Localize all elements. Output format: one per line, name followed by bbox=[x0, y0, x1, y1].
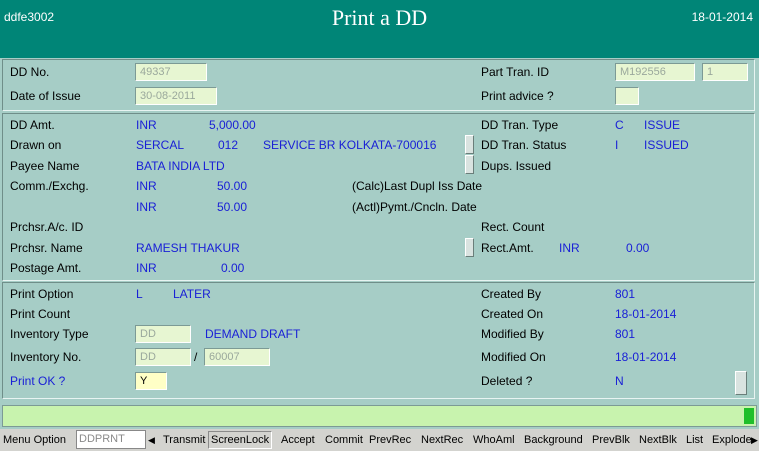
rect-count-label: Rect. Count bbox=[481, 220, 545, 234]
created-on-label: Created On bbox=[481, 307, 544, 321]
dd-tran-status-label: DD Tran. Status bbox=[481, 138, 567, 152]
prchsr-name-value: RAMESH THAKUR bbox=[136, 241, 240, 255]
transmit-button[interactable]: Transmit bbox=[163, 432, 205, 448]
scroll-left-icon[interactable]: ◀ bbox=[148, 432, 155, 448]
comm-value-2: 50.00 bbox=[217, 200, 248, 214]
prevblk-button[interactable]: PrevBlk bbox=[592, 432, 630, 448]
drawn-on-label: Drawn on bbox=[10, 138, 62, 152]
rect-amt-label: Rect.Amt. bbox=[481, 241, 534, 255]
actl-pymt-label: (Actl)Pymt./Cncln. Date bbox=[352, 200, 477, 214]
modified-by-value: 801 bbox=[615, 327, 636, 341]
whoami-button[interactable]: WhoAml bbox=[473, 432, 515, 448]
list-button[interactable]: List bbox=[686, 432, 703, 448]
dd-tran-type-code: C bbox=[615, 118, 624, 132]
print-advice-field[interactable] bbox=[615, 87, 639, 105]
print-ok-field[interactable]: Y bbox=[135, 372, 167, 390]
postage-amt-label: Postage Amt. bbox=[10, 261, 82, 275]
created-on-value: 18-01-2014 bbox=[615, 307, 677, 321]
drawn-on-code: 012 bbox=[218, 138, 239, 152]
print-option-code: L bbox=[136, 287, 143, 301]
scroll-right-icon[interactable]: ▶ bbox=[751, 432, 758, 448]
screenlock-button[interactable]: ScreenLock bbox=[208, 431, 273, 449]
header-date: 18-01-2014 bbox=[691, 10, 753, 24]
menu-option-field[interactable]: DDPRNT bbox=[76, 430, 146, 449]
payee-name-label: Payee Name bbox=[10, 159, 80, 173]
prevrec-button[interactable]: PrevRec bbox=[369, 432, 411, 448]
explode-button[interactable]: Explode bbox=[712, 432, 752, 448]
prchsr-name-label: Prchsr. Name bbox=[10, 241, 83, 255]
print-ok-label: Print OK ? bbox=[10, 374, 66, 388]
comm-currency-2: INR bbox=[136, 200, 157, 214]
dd-tran-type-label: DD Tran. Type bbox=[481, 118, 559, 132]
inventory-type-field[interactable]: DD bbox=[135, 325, 191, 343]
dd-no-label: DD No. bbox=[10, 65, 50, 79]
inventory-no-separator: / bbox=[194, 350, 198, 364]
print-option-label: Print Option bbox=[10, 287, 74, 301]
drawn-on-bank: SERCAL bbox=[136, 138, 185, 152]
part-tran-id-field[interactable]: M192556 bbox=[615, 63, 695, 81]
dd-amt-label: DD Amt. bbox=[10, 118, 55, 132]
print-count-label: Print Count bbox=[10, 307, 71, 321]
print-panel bbox=[2, 282, 755, 399]
accept-button[interactable]: Accept bbox=[281, 432, 315, 448]
dd-no-field[interactable]: 49337 bbox=[135, 63, 207, 81]
function-toolbar: Menu Option DDPRNT ◀ Transmit ScreenLock… bbox=[0, 429, 759, 451]
payee-name-value: BATA INDIA LTD bbox=[136, 159, 225, 173]
nextblk-button[interactable]: NextBlk bbox=[639, 432, 677, 448]
menu-option-label: Menu Option bbox=[3, 434, 66, 446]
calc-last-dupl-label: (Calc)Last Dupl Iss Date bbox=[352, 179, 483, 193]
created-by-value: 801 bbox=[615, 287, 636, 301]
dups-issued-label: Dups. Issued bbox=[481, 159, 552, 173]
drawn-on-lookup-button[interactable] bbox=[465, 135, 474, 154]
deleted-label: Deleted ? bbox=[481, 374, 533, 388]
comm-value-1: 50.00 bbox=[217, 179, 248, 193]
modified-on-label: Modified On bbox=[481, 350, 546, 364]
date-of-issue-label: Date of Issue bbox=[10, 89, 81, 103]
status-indicator-icon bbox=[744, 408, 754, 424]
dd-amt-value: 5,000.00 bbox=[209, 118, 256, 132]
dd-tran-status-desc: ISSUED bbox=[644, 138, 689, 152]
modified-on-value: 18-01-2014 bbox=[615, 350, 677, 364]
postage-value: 0.00 bbox=[221, 261, 245, 275]
inventory-type-desc: DEMAND DRAFT bbox=[205, 327, 301, 341]
deleted-scroll-button[interactable] bbox=[735, 371, 747, 395]
print-option-desc: LATER bbox=[173, 287, 211, 301]
comm-exchg-label: Comm./Exchg. bbox=[10, 179, 89, 193]
comm-currency-1: INR bbox=[136, 179, 157, 193]
inventory-no-label: Inventory No. bbox=[10, 350, 82, 364]
drawn-on-branch: SERVICE BR KOLKATA-700016 bbox=[263, 138, 437, 152]
prchsr-lookup-button[interactable] bbox=[465, 238, 474, 257]
title-bar: ddfe3002 Print a DD 18-01-2014 bbox=[0, 0, 759, 58]
rect-amt-currency: INR bbox=[559, 241, 580, 255]
dd-tran-status-code: I bbox=[615, 138, 619, 152]
part-tran-id-label: Part Tran. ID bbox=[481, 65, 550, 79]
inventory-no-prefix-field[interactable]: DD bbox=[135, 348, 191, 366]
postage-currency: INR bbox=[136, 261, 157, 275]
dd-amt-currency: INR bbox=[136, 118, 157, 132]
nextrec-button[interactable]: NextRec bbox=[421, 432, 463, 448]
part-tran-seq-field[interactable]: 1 bbox=[702, 63, 748, 81]
dd-tran-type-desc: ISSUE bbox=[644, 118, 681, 132]
background-button[interactable]: Background bbox=[524, 432, 583, 448]
deleted-value: N bbox=[615, 374, 624, 388]
commit-button[interactable]: Commit bbox=[325, 432, 363, 448]
inventory-type-label: Inventory Type bbox=[10, 327, 89, 341]
print-advice-label: Print advice ? bbox=[481, 89, 554, 103]
date-of-issue-field[interactable]: 30-08-2011 bbox=[135, 87, 217, 105]
page-title: Print a DD bbox=[331, 5, 428, 30]
modified-by-label: Modified By bbox=[481, 327, 544, 341]
message-bar bbox=[2, 405, 757, 427]
created-by-label: Created By bbox=[481, 287, 542, 301]
rect-amt-value: 0.00 bbox=[626, 241, 650, 255]
inventory-no-field[interactable]: 60007 bbox=[204, 348, 270, 366]
payee-lookup-button[interactable] bbox=[465, 155, 474, 174]
prchsr-ac-id-label: Prchsr.A/c. ID bbox=[10, 220, 84, 234]
